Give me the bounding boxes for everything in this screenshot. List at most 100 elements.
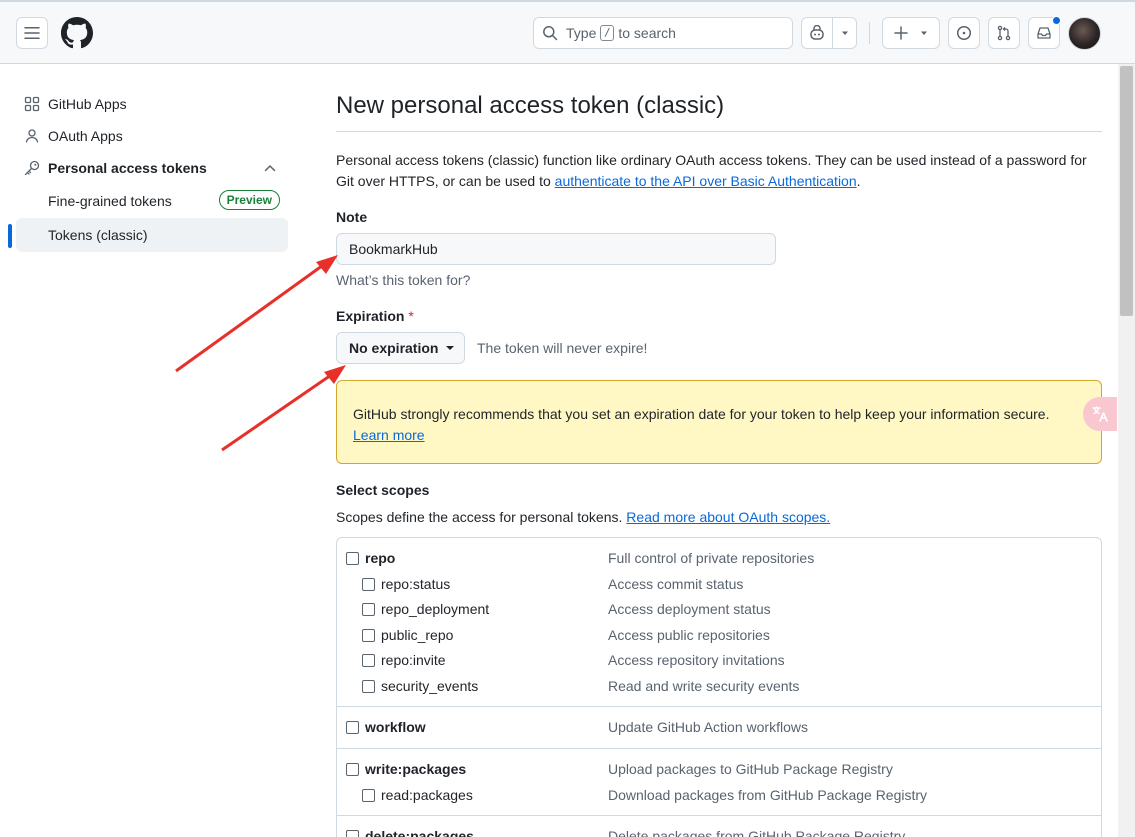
caret-down-icon — [921, 31, 927, 35]
oauth-scopes-link[interactable]: Read more about OAuth scopes. — [626, 509, 830, 525]
scope-name: repo:invite — [381, 652, 446, 668]
scope-row: repo Full control of private repositorie… — [337, 547, 1101, 573]
scope-desc: Read and write security events — [608, 677, 800, 694]
scope-row: write:packages Upload packages to GitHub… — [337, 758, 1101, 784]
scope-row: repo:status Access commit status — [337, 573, 1101, 599]
caret-down-icon — [841, 31, 848, 35]
preview-badge: Preview — [218, 190, 280, 210]
scope-checkbox-repo[interactable] — [346, 552, 359, 565]
issues-button[interactable] — [948, 17, 980, 49]
note-input[interactable] — [336, 233, 776, 265]
warning-text: GitHub strongly recommends that you set … — [353, 406, 1050, 422]
scope-checkbox-write-packages[interactable] — [346, 763, 359, 776]
search-input[interactable]: Type / to search — [533, 17, 793, 49]
git-pull-request-icon — [997, 25, 1011, 41]
github-logo-icon[interactable] — [61, 17, 93, 52]
required-marker: * — [408, 308, 414, 324]
note-hint: What’s this token for? — [336, 272, 471, 288]
chevron-up-icon[interactable] — [262, 160, 278, 176]
sidebar-item-personal-access-tokens[interactable]: Personal access tokens — [16, 152, 288, 184]
issue-opened-icon — [956, 25, 972, 41]
annotation-arrowhead — [316, 255, 338, 274]
scope-desc: Access commit status — [608, 575, 744, 592]
scopes-heading: Select scopes — [336, 482, 430, 498]
expiration-note: The token will never expire! — [477, 340, 648, 356]
sidebar-item-label: GitHub Apps — [48, 96, 127, 112]
scope-desc: Access deployment status — [608, 601, 771, 617]
annotation-arrow — [221, 371, 335, 452]
search-icon — [543, 26, 558, 41]
translate-icon[interactable] — [1083, 397, 1117, 431]
scope-checkbox-repo-deployment[interactable] — [362, 603, 375, 616]
scope-row: delete:packages Delete packages from Git… — [337, 825, 1101, 837]
scope-name: repo — [365, 550, 396, 566]
sidebar-item-label: OAuth Apps — [48, 128, 123, 144]
pull-requests-button[interactable] — [988, 17, 1020, 49]
scope-checkbox-security-events[interactable] — [362, 679, 375, 693]
settings-sidebar: GitHub Apps OAuth Apps Personal access t… — [8, 88, 288, 252]
note-label: Note — [336, 209, 368, 225]
page-title: New personal access token (classic) — [336, 92, 1102, 132]
search-prefix: Type — [566, 25, 597, 41]
expiration-warning: GitHub strongly recommends that you set … — [336, 380, 1102, 464]
search-suffix: to search — [618, 25, 676, 41]
copilot-button[interactable] — [801, 17, 833, 49]
scope-desc: Delete packages from GitHub Package Regi… — [608, 828, 906, 837]
scope-checkbox-read-packages[interactable] — [362, 788, 375, 802]
scope-group-repo: repo Full control of private repositorie… — [337, 538, 1101, 707]
scope-row: repo:invite Access repository invitation… — [337, 649, 1101, 675]
sidebar-item-label: Tokens (classic) — [48, 227, 148, 243]
scope-name: security_events — [381, 677, 479, 694]
scope-name: repo:status — [381, 575, 451, 592]
global-header: Type / to search — [0, 0, 1135, 64]
avatar[interactable] — [1068, 17, 1101, 50]
sidebar-item-label: Fine-grained tokens — [48, 193, 172, 209]
scrollbar-thumb[interactable] — [1120, 66, 1133, 316]
menu-button[interactable] — [16, 17, 48, 49]
scope-checkbox-repo-status[interactable] — [362, 577, 375, 591]
scope-desc: Update GitHub Action workflows — [608, 719, 808, 735]
sidebar-item-github-apps[interactable]: GitHub Apps — [16, 88, 288, 120]
scope-row: repo_deployment Access deployment status — [337, 598, 1101, 624]
scope-name: read:packages — [381, 786, 473, 803]
scope-row: read:packages Download packages from Git… — [337, 784, 1101, 810]
sidebar-item-fine-grained-tokens[interactable]: Fine-grained tokens Preview — [16, 184, 288, 218]
learn-more-link[interactable]: Learn more — [353, 427, 425, 443]
inbox-icon — [1037, 27, 1051, 39]
scope-name: write:packages — [365, 761, 467, 777]
key-icon — [24, 160, 40, 176]
scope-row: workflow Update GitHub Action workflows — [337, 716, 1101, 742]
scopes-list: repo Full control of private repositorie… — [336, 537, 1102, 837]
notification-indicator — [1052, 16, 1061, 25]
person-icon — [24, 128, 40, 144]
scope-group-write-packages: write:packages Upload packages to GitHub… — [337, 749, 1101, 816]
scope-name: workflow — [365, 719, 426, 735]
scope-desc: Full control of private repositories — [608, 550, 815, 566]
search-shortcut-key: / — [600, 25, 615, 41]
copilot-icon — [810, 25, 824, 40]
scope-checkbox-delete-packages[interactable] — [346, 830, 359, 837]
scope-desc: Access repository invitations — [608, 652, 785, 668]
copilot-menu-button[interactable] — [832, 17, 857, 49]
expiration-value: No expiration — [349, 340, 439, 356]
apps-icon — [24, 96, 40, 112]
sidebar-item-tokens-classic[interactable]: Tokens (classic) — [8, 218, 288, 252]
scope-checkbox-public-repo[interactable] — [362, 628, 375, 642]
description-suffix: . — [856, 173, 861, 189]
scope-name: public_repo — [381, 626, 454, 643]
expiration-select[interactable]: No expiration — [336, 332, 465, 364]
scope-desc: Access public repositories — [608, 626, 770, 643]
expiration-label-text: Expiration — [336, 308, 405, 324]
scope-group-delete-packages: delete:packages Delete packages from Git… — [337, 816, 1101, 837]
scope-checkbox-repo-invite[interactable] — [362, 654, 375, 667]
scope-row: security_events Read and write security … — [337, 675, 1101, 701]
active-indicator — [8, 224, 12, 248]
scope-checkbox-workflow[interactable] — [346, 721, 359, 734]
caret-down-icon — [446, 346, 455, 350]
sidebar-item-label: Personal access tokens — [48, 160, 207, 176]
plus-icon — [894, 26, 908, 40]
create-new-button[interactable] — [882, 17, 940, 49]
sidebar-item-oauth-apps[interactable]: OAuth Apps — [16, 120, 288, 152]
hamburger-icon — [24, 27, 40, 39]
basic-auth-link[interactable]: authenticate to the API over Basic Authe… — [555, 173, 857, 189]
